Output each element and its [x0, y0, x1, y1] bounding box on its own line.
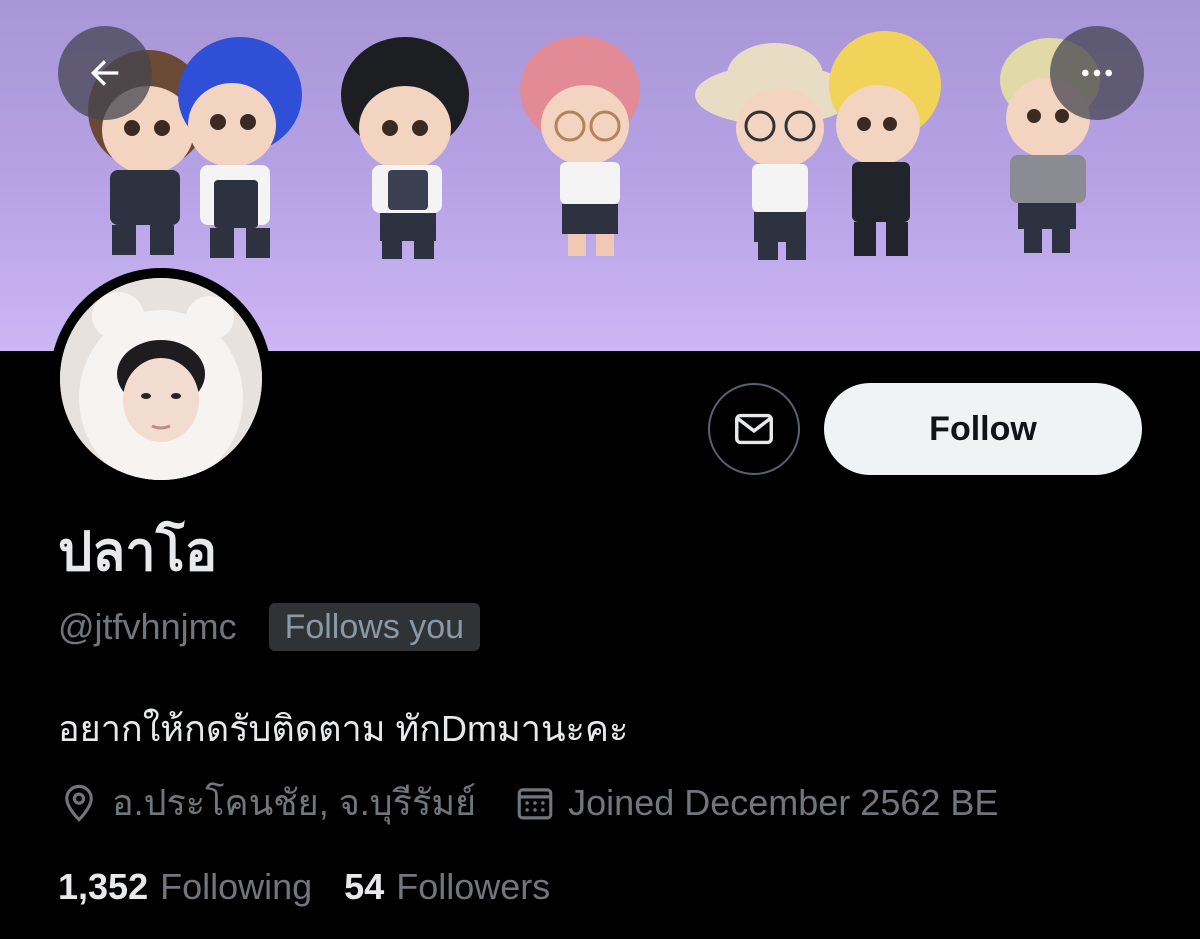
- more-horizontal-icon: [1082, 69, 1112, 77]
- follows-you-badge: Follows you: [268, 603, 481, 651]
- follow-stats: 1,352 Following 54 Followers: [58, 864, 550, 910]
- profile-bio: อยากให้กดรับติดตาม ทักDmมานะคะ: [58, 708, 629, 749]
- joined-item: Joined December 2562 BE: [514, 780, 998, 826]
- arrow-left-icon: [90, 60, 119, 86]
- avatar[interactable]: [50, 268, 272, 490]
- followers-link[interactable]: 54 Followers: [344, 864, 550, 910]
- handle-row: @jtfvhnjmc Follows you: [58, 603, 481, 651]
- avatar-image: [60, 278, 262, 480]
- profile-meta: อ.ประโคนชัย, จ.บุรีรัมย์ Joined December…: [58, 780, 998, 826]
- following-count: 1,352: [58, 866, 149, 907]
- following-label: Following: [160, 866, 313, 907]
- followers-label: Followers: [396, 866, 551, 907]
- location-pin-icon: [58, 782, 100, 824]
- joined-text: Joined December 2562 BE: [568, 782, 999, 823]
- followers-count: 54: [344, 866, 385, 907]
- more-options-button[interactable]: [1050, 26, 1144, 120]
- location-text: อ.ประโคนชัย, จ.บุรีรัมย์: [112, 782, 477, 823]
- follow-button[interactable]: Follow: [824, 383, 1142, 475]
- message-button[interactable]: [708, 383, 800, 475]
- back-button[interactable]: [58, 26, 152, 120]
- following-link[interactable]: 1,352 Following: [58, 864, 312, 910]
- envelope-icon: [735, 413, 773, 445]
- location-item: อ.ประโคนชัย, จ.บุรีรัมย์: [58, 780, 476, 826]
- display-name: ปลาโอ: [58, 522, 218, 582]
- calendar-icon: [514, 782, 556, 824]
- user-handle: @jtfvhnjmc: [58, 606, 237, 647]
